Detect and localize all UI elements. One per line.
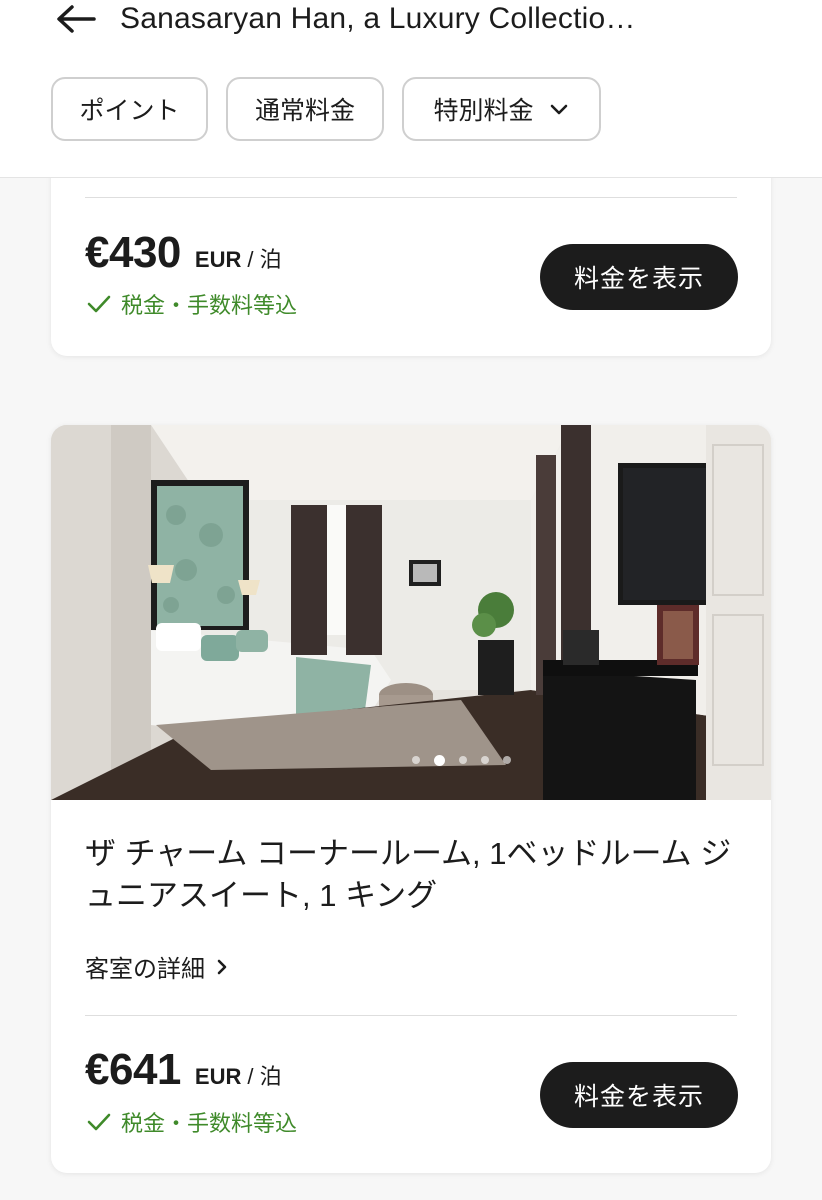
hotel-title: Sanasaryan Han, a Luxury Collectio… <box>120 2 636 35</box>
room-details-link[interactable]: 客室の詳細 <box>85 949 229 984</box>
price-row: €430 EUR / 泊 <box>85 228 282 278</box>
room-photo-image <box>51 425 771 800</box>
show-rate-label: 料金を表示 <box>573 265 704 293</box>
room-photo[interactable] <box>51 425 771 800</box>
chevron-down-icon <box>550 104 567 115</box>
tax-note-text: 税金・手数料等込 <box>121 293 298 318</box>
tax-included-note: 税金・手数料等込 <box>87 1106 297 1138</box>
top-header: Sanasaryan Han, a Luxury Collectio… ポイント… <box>0 0 822 178</box>
price-amount: €430 <box>85 228 181 277</box>
tax-note-text: 税金・手数料等込 <box>121 1111 298 1136</box>
carousel-dot[interactable] <box>458 756 467 764</box>
card-divider <box>85 197 737 198</box>
card-divider <box>85 1015 737 1016</box>
tax-included-note: 税金・手数料等込 <box>87 288 297 320</box>
room-card: ザ チャーム コーナールーム, 1ベッドルーム ジュニアスイート, 1 キング … <box>51 425 771 1173</box>
back-button[interactable] <box>54 2 98 36</box>
price-currency: EUR <box>194 247 242 272</box>
price-currency: EUR <box>194 1064 242 1089</box>
check-icon <box>87 1113 111 1131</box>
price-row: €641 EUR / 泊 <box>85 1045 282 1095</box>
carousel-dot[interactable] <box>411 756 420 764</box>
carousel-dot-active[interactable] <box>433 754 445 766</box>
show-rate-label: 料金を表示 <box>573 1083 704 1111</box>
carousel-dot[interactable] <box>480 756 489 764</box>
filter-regular-rate-chip[interactable]: 通常料金 <box>226 77 384 141</box>
filter-points-label: ポイント <box>79 97 180 125</box>
arrow-left-icon <box>57 5 96 33</box>
show-rate-button[interactable]: 料金を表示 <box>540 244 738 310</box>
filter-regular-label: 通常料金 <box>254 97 355 125</box>
check-icon <box>87 295 111 313</box>
chevron-right-icon <box>217 959 227 974</box>
room-details-label: 客室の詳細 <box>85 956 205 983</box>
show-rate-button[interactable]: 料金を表示 <box>540 1062 738 1128</box>
filter-special-label: 特別料金 <box>433 97 534 125</box>
price-per-night: / 泊 <box>247 1064 282 1089</box>
price-amount: €641 <box>85 1045 181 1094</box>
carousel-indicator[interactable] <box>51 754 771 766</box>
room-name: ザ チャーム コーナールーム, 1ベッドルーム ジュニアスイート, 1 キング <box>85 836 732 913</box>
carousel-dot[interactable] <box>502 756 511 764</box>
filter-points-chip[interactable]: ポイント <box>51 77 208 141</box>
price-per-night: / 泊 <box>247 247 282 272</box>
filter-special-rate-dropdown[interactable]: 特別料金 <box>402 77 601 141</box>
